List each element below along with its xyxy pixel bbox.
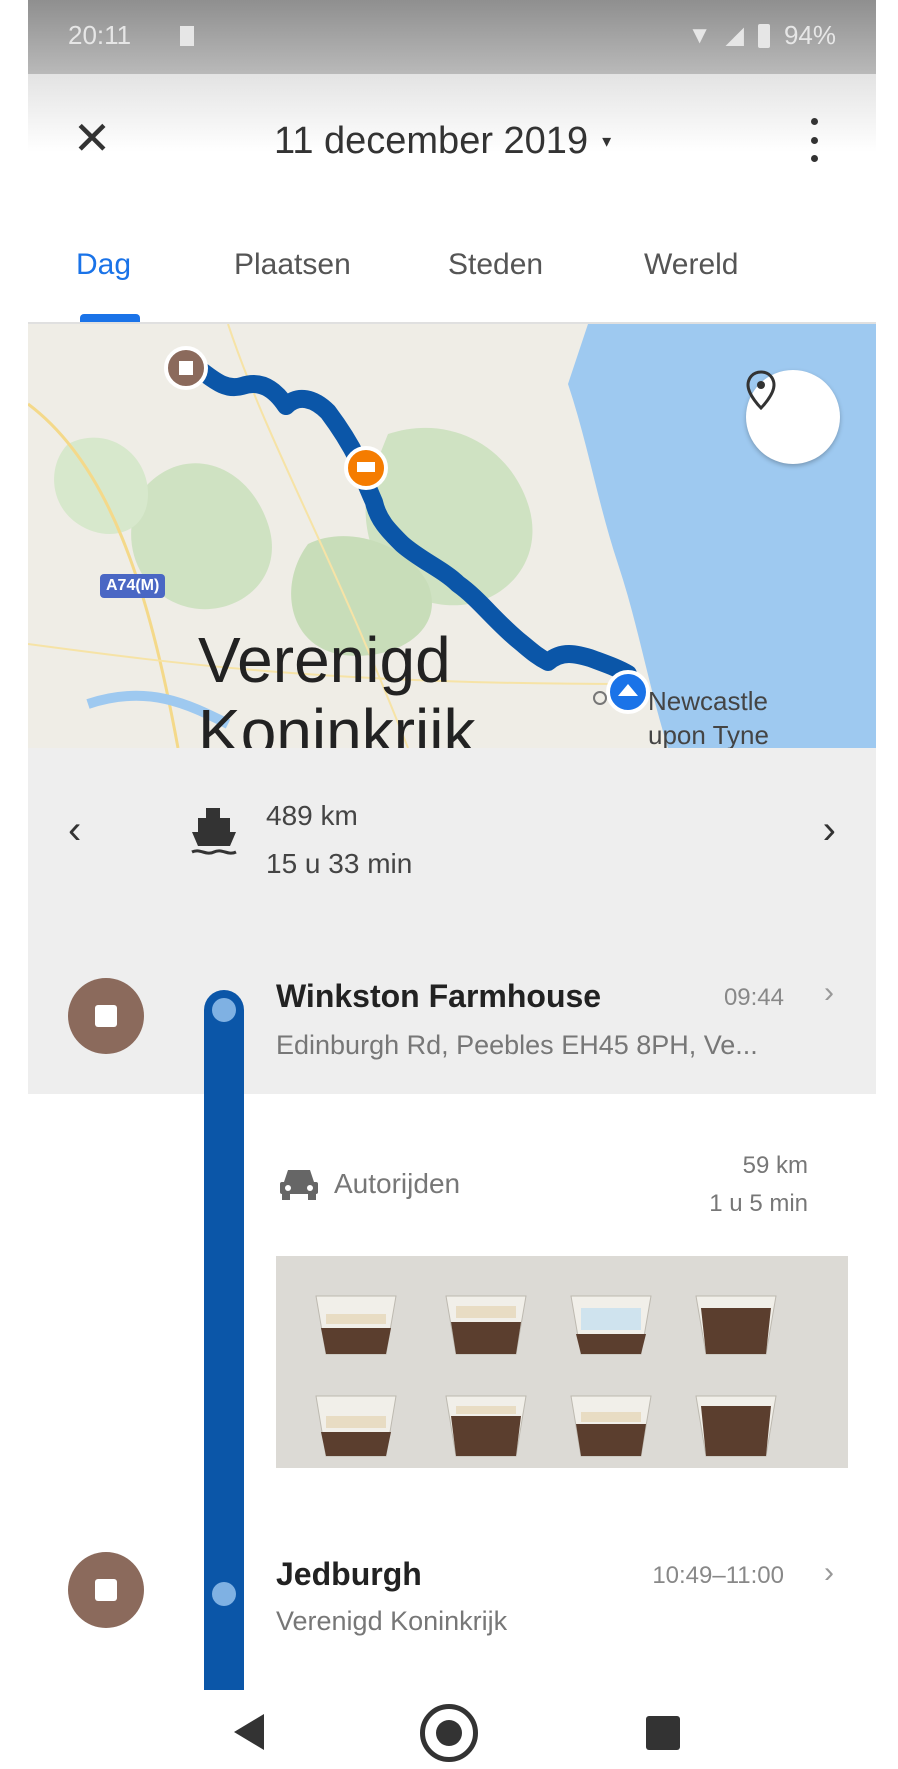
timeline-dot xyxy=(212,1582,236,1606)
tab-bar: Dag Plaatsen Steden Wereld xyxy=(28,204,876,324)
chevron-right-icon: › xyxy=(824,976,834,1009)
tab-plaatsen[interactable]: Plaatsen xyxy=(234,248,351,282)
signal-icon: ◢ xyxy=(725,22,744,49)
activity-photo[interactable] xyxy=(276,1256,848,1468)
tab-steden[interactable]: Steden xyxy=(448,248,543,282)
ship-icon xyxy=(191,808,237,855)
status-time: 20:11 xyxy=(68,20,132,50)
tab-wereld[interactable]: Wereld xyxy=(644,248,738,282)
route-map[interactable]: A74(M) Verenigd Koninkrijk Newcastle upo… xyxy=(28,324,876,748)
wifi-icon: ▼ xyxy=(687,21,712,49)
battery-icon xyxy=(757,23,770,48)
activity-distance: 59 km xyxy=(742,1152,808,1179)
place-time: 10:49–11:00 xyxy=(652,1562,784,1589)
active-tab-indicator xyxy=(80,314,140,322)
next-segment-button[interactable]: › xyxy=(823,808,836,853)
car-icon xyxy=(280,1170,318,1200)
place-address: Edinburgh Rd, Peebles EH45 8PH, Ve... xyxy=(276,1030,758,1060)
more-vert-icon-dot xyxy=(810,136,818,144)
map-pin-button[interactable] xyxy=(746,370,840,464)
close-icon: ✕ xyxy=(72,112,112,164)
tab-dag[interactable]: Dag xyxy=(76,248,131,282)
sim-icon xyxy=(180,26,194,46)
more-vert-icon-dot xyxy=(810,118,818,125)
status-bar: 20:11 ▼ ◢ 94% xyxy=(28,0,876,74)
place-name: Jedburgh xyxy=(276,1556,422,1592)
dropdown-caret-icon: ▾ xyxy=(602,131,612,151)
app-screen: 20:11 ▼ ◢ 94% ✕ 11 december 2019 ▾ Dag P… xyxy=(28,0,876,1769)
activity-label: Autorijden xyxy=(334,1168,461,1199)
place-stop-icon xyxy=(68,978,144,1054)
country-label-line1: Verenigd xyxy=(198,624,451,696)
city-label-line1: Newcastle xyxy=(648,686,768,716)
place-name: Winkston Farmhouse xyxy=(276,978,602,1014)
more-vert-icon-dot xyxy=(810,155,818,162)
road-badge: A74(M) xyxy=(100,574,166,598)
activity-duration: 1 u 5 min xyxy=(709,1190,808,1217)
location-pin-icon xyxy=(746,370,776,410)
system-nav-bar xyxy=(28,1690,876,1769)
prev-segment-button[interactable]: ‹ xyxy=(68,808,81,853)
recents-icon[interactable] xyxy=(646,1716,680,1750)
city-label-line2: upon Tyne xyxy=(648,720,769,748)
total-distance: 489 km xyxy=(266,800,358,831)
country-label: Verenigd Koninkrijk xyxy=(198,624,475,748)
date-label: 11 december 2019 xyxy=(274,120,589,162)
country-label-line2: Koninkrijk xyxy=(198,696,476,748)
close-button[interactable]: ✕ xyxy=(72,115,112,161)
status-icons: ▼ ◢ 94% xyxy=(688,20,836,51)
coffee-menu-photo xyxy=(276,1256,848,1468)
battery-level: 94% xyxy=(783,20,836,50)
more-options-button[interactable] xyxy=(804,118,824,162)
place-time: 09:44 xyxy=(723,984,784,1011)
chevron-right-icon: › xyxy=(824,1556,834,1589)
timeline-dot xyxy=(212,998,236,1022)
city-label: Newcastle upon Tyne xyxy=(648,684,769,748)
date-selector[interactable]: 11 december 2019 ▾ xyxy=(274,120,611,163)
back-icon[interactable] xyxy=(234,1714,264,1750)
place-stop-icon xyxy=(68,1552,144,1628)
place-address: Verenigd Koninkrijk xyxy=(276,1606,508,1636)
top-app-bar: ✕ 11 december 2019 ▾ xyxy=(28,74,876,204)
total-duration: 15 u 33 min xyxy=(266,848,413,879)
home-icon[interactable] xyxy=(420,1704,478,1762)
